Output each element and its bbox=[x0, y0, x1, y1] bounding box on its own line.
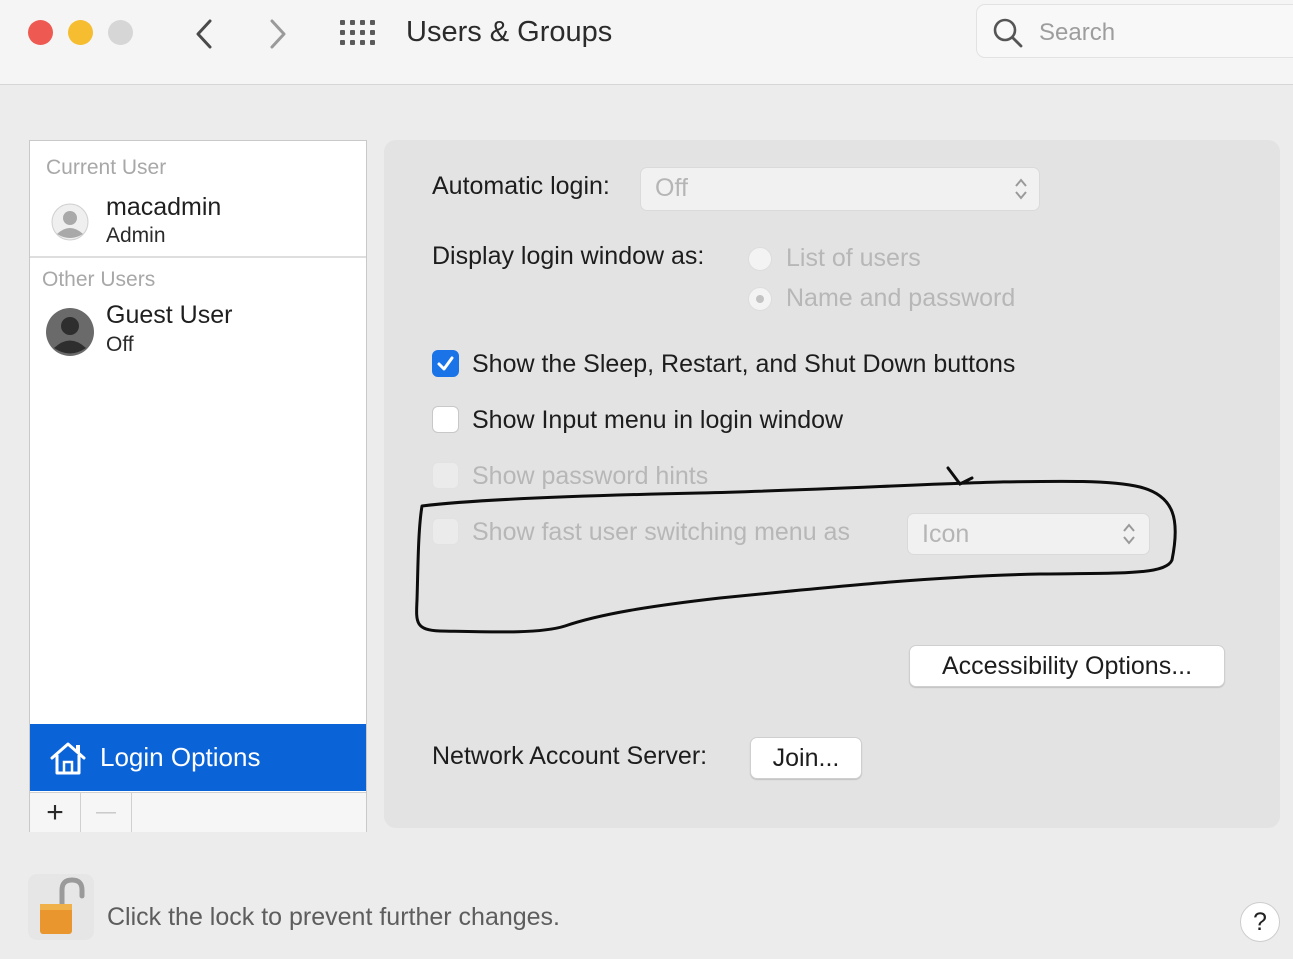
search-placeholder: Search bbox=[1039, 19, 1116, 46]
up-down-chevron-icon bbox=[1123, 523, 1135, 545]
forward-button[interactable] bbox=[258, 14, 298, 54]
fast-user-switching-label: Show fast user switching menu as bbox=[472, 518, 850, 546]
show-sleep-restart-checkbox[interactable] bbox=[432, 350, 459, 377]
lock-status-text: Click the lock to prevent further change… bbox=[107, 903, 561, 931]
join-button[interactable]: Join... bbox=[750, 737, 862, 779]
user-row-macadmin[interactable]: macadmin Admin bbox=[30, 191, 366, 257]
user-avatar-icon bbox=[51, 203, 89, 241]
list-of-users-label: List of users bbox=[786, 244, 921, 272]
add-user-button[interactable]: + bbox=[30, 793, 81, 832]
users-sidebar: Current User macadmin Admin Other Users … bbox=[29, 140, 367, 832]
fast-user-switching-value: Icon bbox=[922, 520, 970, 548]
show-password-hints-label: Show password hints bbox=[472, 462, 709, 490]
radio-name-and-password[interactable] bbox=[748, 287, 772, 311]
toolbar: Users & Groups Search bbox=[0, 0, 1293, 85]
close-window-button[interactable] bbox=[28, 20, 53, 45]
login-options-label: Login Options bbox=[100, 742, 261, 772]
minimize-window-button[interactable] bbox=[68, 20, 93, 45]
search-field[interactable]: Search bbox=[976, 4, 1293, 58]
sidebar-item-login-options[interactable]: Login Options bbox=[30, 724, 366, 791]
accessibility-options-button[interactable]: Accessibility Options... bbox=[909, 645, 1225, 687]
show-sleep-restart-label: Show the Sleep, Restart, and Shut Down b… bbox=[472, 350, 1016, 378]
add-label: + bbox=[46, 795, 64, 829]
display-login-window-label: Display login window as: bbox=[432, 242, 705, 270]
name-and-password-label: Name and password bbox=[786, 284, 1016, 312]
up-down-chevron-icon bbox=[1015, 178, 1027, 200]
house-icon bbox=[50, 742, 86, 775]
chevron-right-icon bbox=[270, 19, 286, 49]
lock-button[interactable] bbox=[28, 874, 94, 940]
guest-user-avatar-icon bbox=[46, 308, 94, 356]
window-title: Users & Groups bbox=[406, 16, 613, 48]
remove-label: — bbox=[96, 801, 116, 823]
section-divider bbox=[30, 256, 366, 258]
search-icon bbox=[993, 18, 1023, 48]
sidebar-bottom-bar: + — bbox=[30, 792, 366, 832]
radio-list-of-users[interactable] bbox=[748, 247, 772, 271]
fast-user-switching-popup[interactable]: Icon bbox=[907, 513, 1150, 555]
help-button[interactable]: ? bbox=[1240, 902, 1280, 942]
user-row-guest[interactable]: Guest User Off bbox=[30, 299, 366, 365]
fast-user-switching-checkbox[interactable] bbox=[432, 518, 459, 545]
automatic-login-value: Off bbox=[655, 174, 688, 202]
automatic-login-popup[interactable]: Off bbox=[640, 167, 1040, 211]
show-input-menu-checkbox[interactable] bbox=[432, 406, 459, 433]
radio-selected-dot bbox=[756, 295, 764, 303]
show-all-grid-icon[interactable] bbox=[338, 18, 378, 48]
user-name: macadmin bbox=[106, 193, 222, 221]
checkmark-icon bbox=[437, 356, 454, 371]
show-password-hints-checkbox[interactable] bbox=[432, 462, 459, 489]
unlocked-padlock-icon bbox=[40, 877, 85, 934]
show-input-menu-label: Show Input menu in login window bbox=[472, 406, 844, 434]
guest-user-name: Guest User bbox=[106, 301, 233, 329]
remove-user-button[interactable]: — bbox=[81, 793, 132, 832]
automatic-login-label: Automatic login: bbox=[432, 172, 610, 200]
other-users-section-label: Other Users bbox=[42, 268, 156, 291]
chevron-left-icon bbox=[196, 19, 212, 49]
guest-user-status: Off bbox=[106, 333, 134, 356]
zoom-window-button[interactable] bbox=[108, 20, 133, 45]
login-options-panel: Automatic login: Off Display login windo… bbox=[384, 140, 1280, 828]
network-account-server-label: Network Account Server: bbox=[432, 742, 708, 770]
user-role: Admin bbox=[106, 224, 166, 247]
back-button[interactable] bbox=[184, 14, 224, 54]
current-user-section-label: Current User bbox=[46, 156, 167, 179]
